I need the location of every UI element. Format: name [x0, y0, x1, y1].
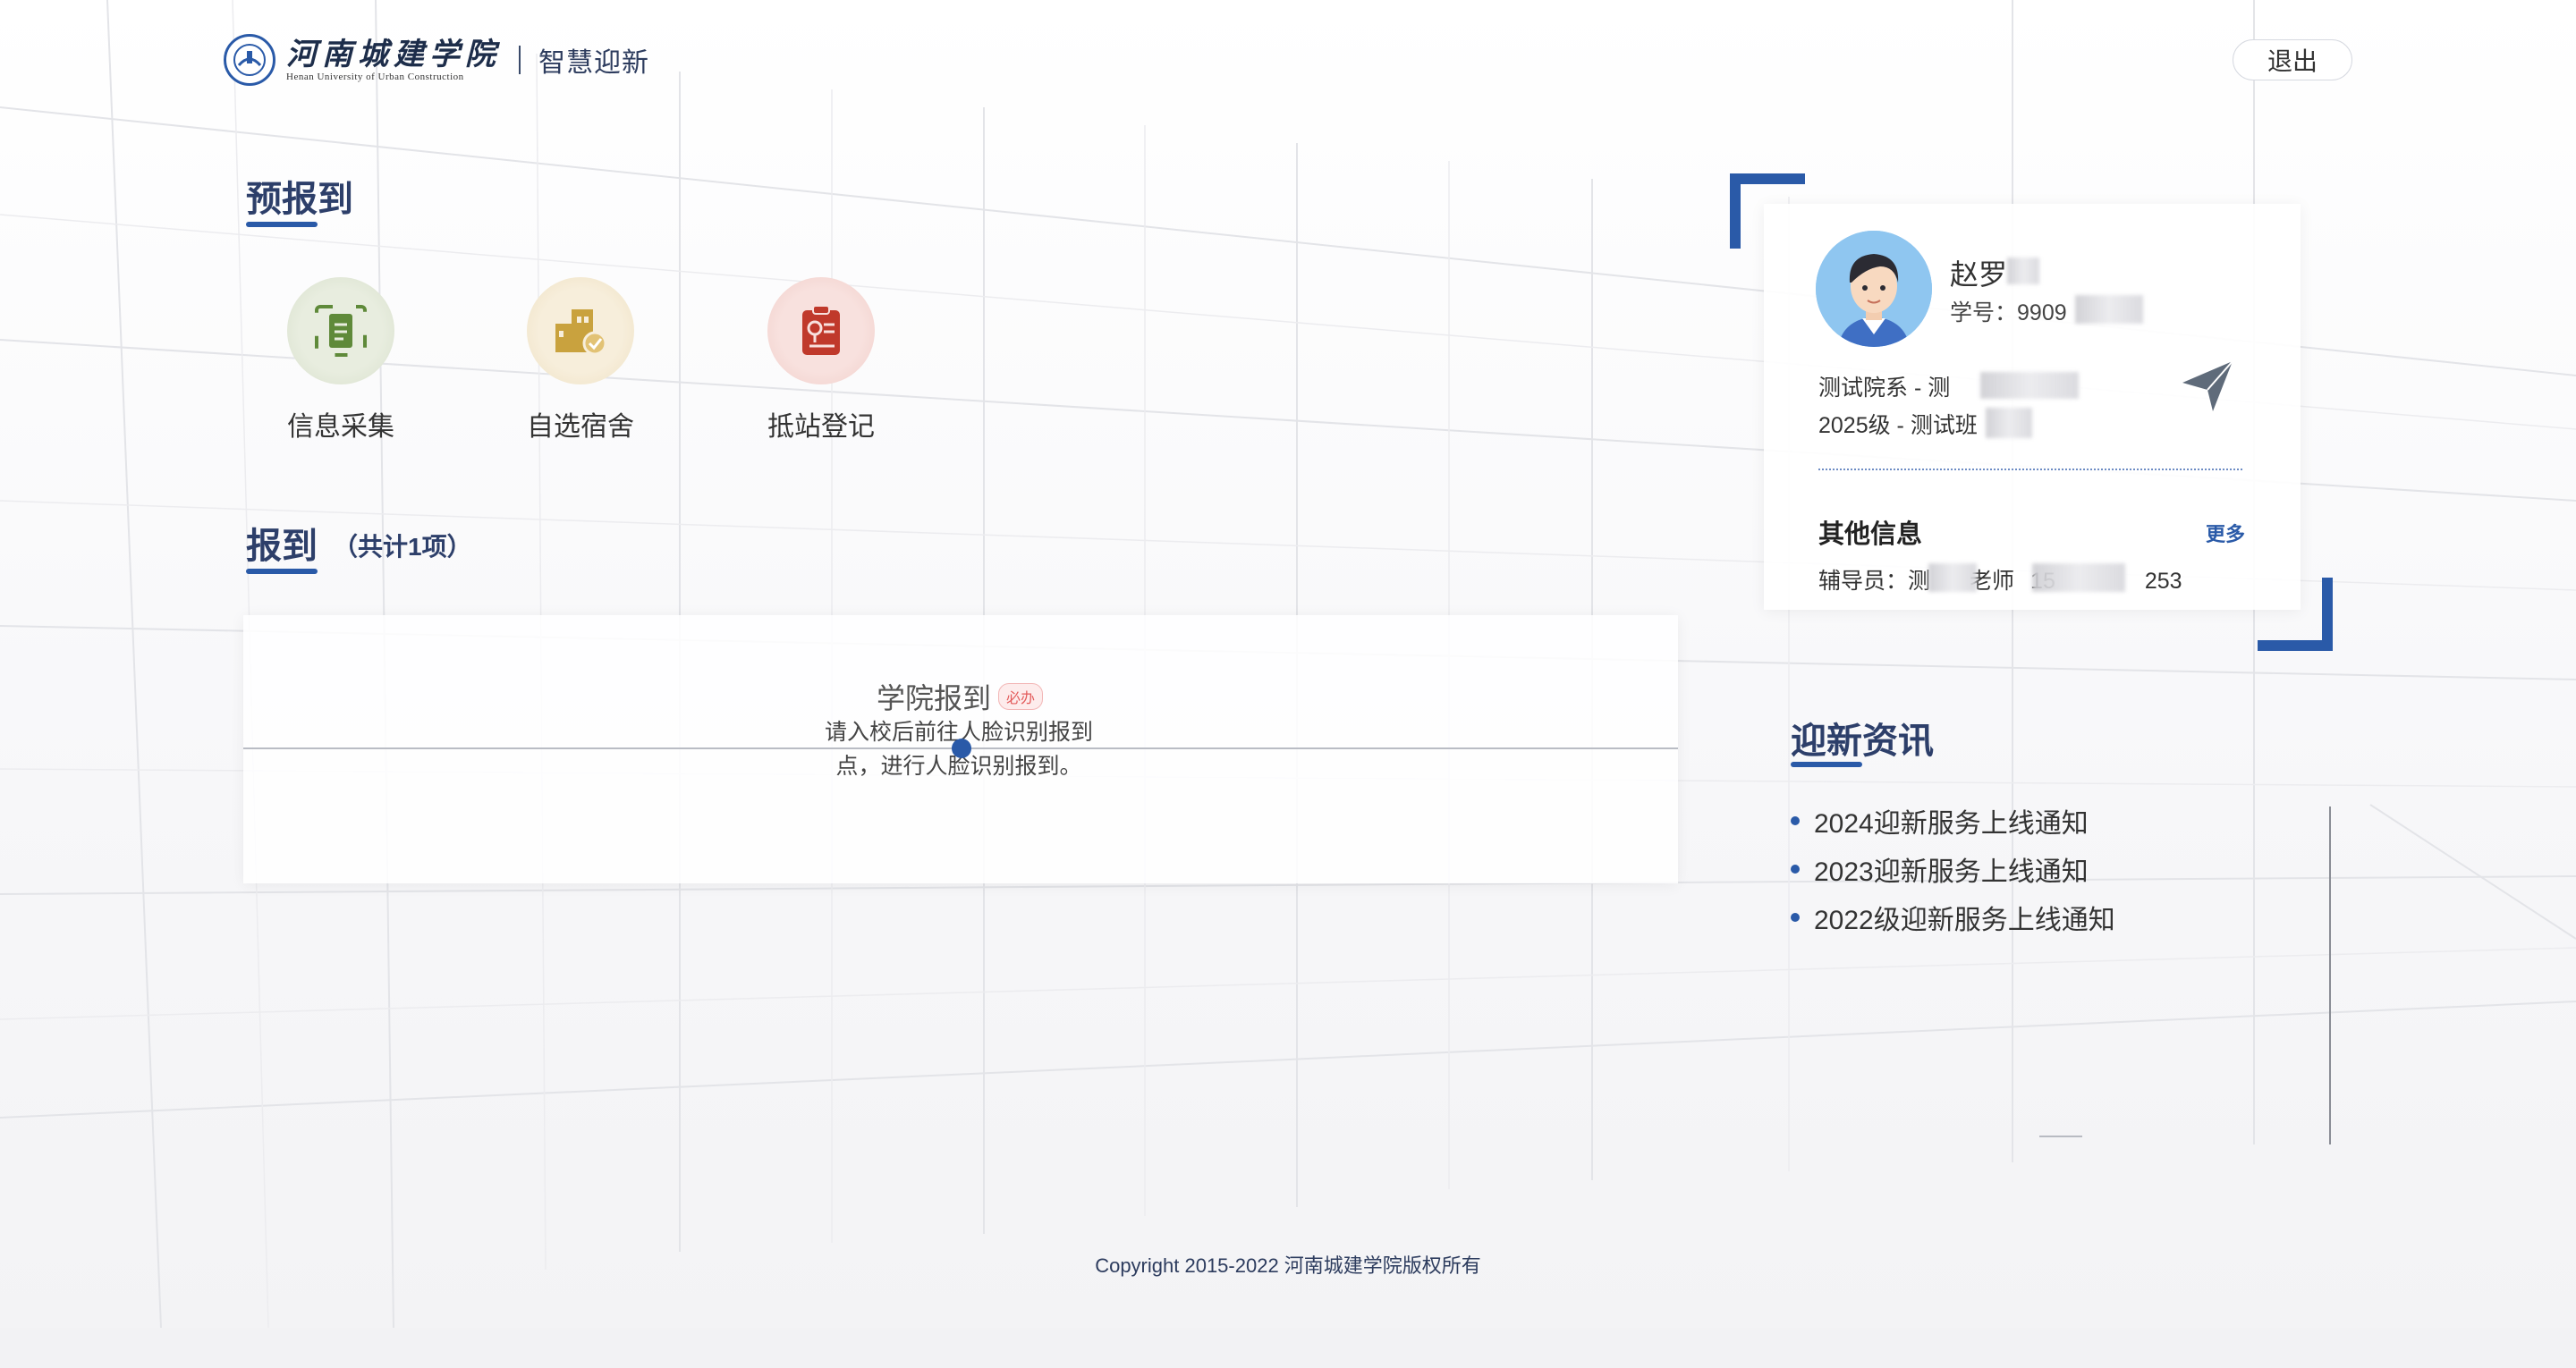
news-item-label: 2022级迎新服务上线通知 — [1814, 906, 2115, 935]
student-id: 学号：9909 — [1950, 295, 2067, 327]
counselor-label: 辅导员： — [1818, 569, 1909, 594]
news-item[interactable]: 2022级迎新服务上线通知 — [1791, 898, 2115, 937]
bullet-icon — [1791, 913, 1800, 922]
logo-separator — [519, 46, 521, 74]
student-dept: 测试院系 - 测 — [1818, 376, 1951, 401]
footer-strip — [0, 1328, 2576, 1368]
id-mask — [2075, 295, 2143, 324]
more-link[interactable]: 更多 — [2206, 519, 2245, 547]
document-icon — [287, 277, 394, 384]
name-mask — [2007, 258, 2039, 284]
counselor-phone-tail: 253 — [2144, 569, 2182, 594]
register-title: 报到 — [246, 527, 318, 566]
pre-register-title: 预报到 — [246, 180, 353, 219]
building-icon — [527, 277, 634, 384]
profile-divider — [1818, 469, 2242, 470]
timeline-dot — [952, 739, 971, 758]
bullet-icon — [1791, 865, 1800, 874]
counselor-info: 辅导员：测老师15253 — [1818, 563, 2182, 595]
copyright: Copyright 2015-2022 河南城建学院版权所有 — [1095, 1254, 1481, 1277]
tile-label: 信息采集 — [287, 412, 394, 442]
system-name: 智慧迎新 — [538, 48, 649, 78]
class-mask — [1986, 408, 2032, 438]
logo-english-name: Henan University of Urban Construction — [286, 72, 464, 82]
tile-arrival-register[interactable]: 抵站登记 — [723, 277, 919, 443]
tile-label: 自选宿舍 — [527, 412, 634, 442]
step-college-register[interactable]: 学院报到 必办 — [877, 676, 1044, 717]
student-id-value: 9909 — [2017, 300, 2067, 325]
news-item-label: 2024迎新服务上线通知 — [1814, 809, 2089, 839]
pre-register-underline — [246, 222, 318, 227]
bullet-icon — [1791, 816, 1800, 825]
news-scrollbar[interactable] — [2329, 806, 2331, 1144]
news-divider — [2039, 1136, 2082, 1137]
phone-mask — [2032, 563, 2125, 592]
student-name: 赵罗 — [1950, 258, 2008, 291]
tile-dorm-select[interactable]: 自选宿舍 — [482, 277, 679, 443]
tile-label: 抵站登记 — [767, 412, 875, 442]
counselor-name: 测 — [1908, 569, 1931, 594]
logout-button[interactable]: 退出 — [2233, 39, 2352, 80]
school-emblem-icon — [224, 34, 275, 86]
step-title: 学院报到 — [877, 682, 992, 714]
dept-mask — [1980, 372, 2079, 399]
avatar[interactable] — [1816, 231, 1932, 347]
required-badge: 必办 — [998, 683, 1044, 710]
news-item[interactable]: 2024迎新服务上线通知 — [1791, 801, 2089, 840]
register-underline — [246, 569, 318, 574]
header-logo[interactable]: 河南城建学院 Henan University of Urban Constru… — [224, 34, 649, 86]
tile-info-collection[interactable]: 信息采集 — [242, 277, 439, 443]
register-count: （共计1项） — [333, 533, 472, 561]
corner-top-left-v — [1730, 173, 1741, 249]
corner-bottom-right-v — [2322, 578, 2333, 651]
logo-chinese-name: 河南城建学院 — [286, 37, 501, 72]
news-underline — [1791, 762, 1862, 767]
other-info-title: 其他信息 — [1818, 520, 1923, 549]
send-icon[interactable] — [2177, 356, 2236, 419]
news-title: 迎新资讯 — [1791, 722, 1934, 761]
clipboard-icon — [767, 277, 875, 384]
counselor-mask — [1928, 563, 1977, 592]
news-item[interactable]: 2023迎新服务上线通知 — [1791, 849, 2089, 889]
student-id-label: 学号： — [1950, 300, 2018, 325]
news-item-label: 2023迎新服务上线通知 — [1814, 857, 2089, 887]
student-class: 2025级 - 测试班 — [1818, 413, 1978, 438]
corner-top-left — [1730, 173, 1805, 184]
